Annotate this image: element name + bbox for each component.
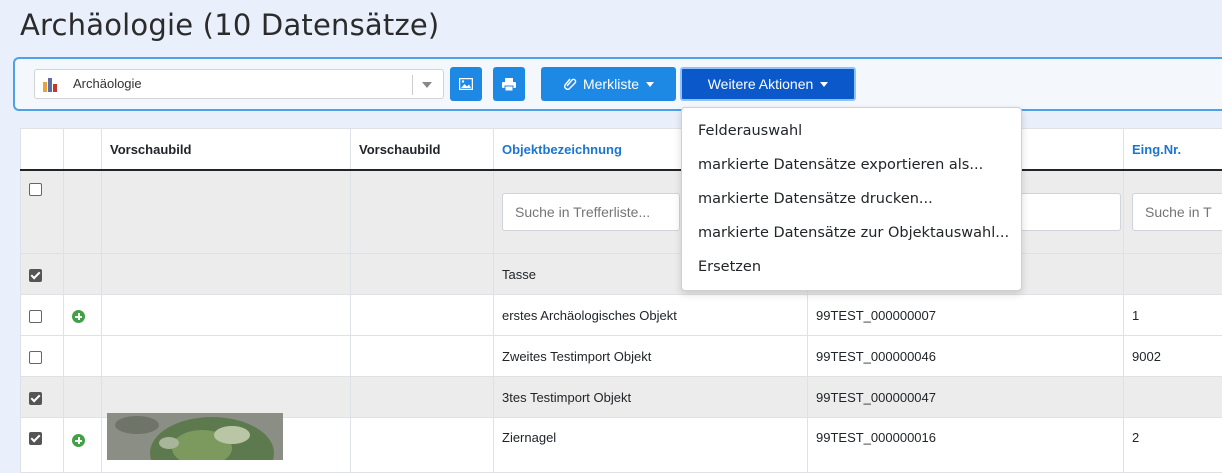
row-checkbox[interactable] bbox=[29, 392, 42, 405]
plus-circle-icon[interactable] bbox=[72, 310, 85, 323]
menu-item-ersetzen[interactable]: Ersetzen bbox=[698, 259, 761, 275]
cell-inventarnummer: 99TEST_000000016 bbox=[808, 418, 1124, 473]
select-all-checkbox[interactable] bbox=[29, 183, 42, 196]
table-row[interactable]: Tasse bbox=[21, 254, 1222, 295]
print-button[interactable] bbox=[493, 67, 525, 101]
cell-objektbezeichnung: 3tes Testimport Objekt bbox=[494, 377, 808, 418]
paperclip-icon bbox=[563, 77, 577, 91]
cell-inventarnummer: 99TEST_000000047 bbox=[808, 377, 1124, 418]
col-header-vorschaubild-2: Vorschaubild bbox=[351, 129, 494, 171]
caret-down-icon bbox=[820, 82, 828, 87]
merkliste-button[interactable]: Merkliste bbox=[541, 67, 676, 101]
cell-eingnr: 1 bbox=[1124, 295, 1222, 336]
plus-circle-icon[interactable] bbox=[72, 434, 85, 447]
row-checkbox[interactable] bbox=[29, 432, 42, 445]
cell-inventarnummer: 99TEST_000000007 bbox=[808, 295, 1124, 336]
menu-item-felderauswahl[interactable]: Felderauswahl bbox=[698, 123, 802, 139]
cell-eingnr bbox=[1124, 254, 1222, 295]
toolbar: Archäologie Merkliste Weitere Aktionen bbox=[13, 57, 1222, 111]
chevron-down-icon[interactable] bbox=[422, 82, 432, 88]
col-header-eingnr[interactable]: Eing.Nr. bbox=[1124, 129, 1222, 171]
cell-objektbezeichnung: Zweites Testimport Objekt bbox=[494, 336, 808, 377]
table-header-row: Vorschaubild Vorschaubild Objektbezeichn… bbox=[21, 129, 1222, 171]
cell-eingnr: 2 bbox=[1124, 418, 1222, 473]
image-icon bbox=[459, 78, 473, 90]
filter-row bbox=[21, 170, 1222, 254]
col-header-vorschaubild-1: Vorschaubild bbox=[102, 129, 351, 171]
weitere-aktionen-button[interactable]: Weitere Aktionen bbox=[680, 67, 856, 101]
col-header-select bbox=[21, 129, 64, 171]
chart-logo-icon bbox=[43, 78, 59, 92]
menu-item-drucken[interactable]: markierte Datensätze drucken... bbox=[698, 191, 933, 207]
menu-item-export[interactable]: markierte Datensätze exportieren als... bbox=[698, 157, 983, 173]
row-checkbox[interactable] bbox=[29, 351, 42, 364]
image-view-button[interactable] bbox=[450, 67, 482, 101]
printer-icon bbox=[502, 78, 516, 91]
cell-objektbezeichnung: Ziernagel bbox=[494, 418, 808, 473]
merkliste-label: Merkliste bbox=[583, 76, 639, 92]
weitere-aktionen-label: Weitere Aktionen bbox=[708, 76, 814, 92]
search-input-eingnr[interactable] bbox=[1132, 193, 1222, 231]
thumbnail-image bbox=[107, 413, 283, 460]
page-title: Archäologie (10 Datensätze) bbox=[20, 8, 439, 42]
row-checkbox[interactable] bbox=[29, 269, 42, 282]
cell-inventarnummer: 99TEST_000000046 bbox=[808, 336, 1124, 377]
cell-eingnr: 9002 bbox=[1124, 336, 1222, 377]
search-input-objektbezeichnung[interactable] bbox=[502, 193, 680, 231]
cell-eingnr bbox=[1124, 377, 1222, 418]
col-header-action bbox=[64, 129, 102, 171]
dataset-select[interactable]: Archäologie bbox=[34, 69, 444, 99]
table-row[interactable]: Zweites Testimport Objekt 99TEST_0000000… bbox=[21, 336, 1222, 377]
weitere-aktionen-dropdown: Felderauswahl markierte Datensätze expor… bbox=[681, 107, 1022, 291]
menu-item-objektauswahl[interactable]: markierte Datensätze zur Objektauswahl..… bbox=[698, 225, 1009, 241]
row-checkbox[interactable] bbox=[29, 310, 42, 323]
table-row[interactable]: erstes Archäologisches Objekt 99TEST_000… bbox=[21, 295, 1222, 336]
cell-objektbezeichnung: erstes Archäologisches Objekt bbox=[494, 295, 808, 336]
select-separator bbox=[412, 75, 413, 95]
caret-down-icon bbox=[646, 82, 654, 87]
table-row[interactable]: 3tes Testimport Objekt 99TEST_000000047 bbox=[21, 377, 1222, 418]
dataset-select-value: Archäologie bbox=[73, 76, 142, 91]
preview-thumbnail[interactable] bbox=[107, 413, 283, 460]
